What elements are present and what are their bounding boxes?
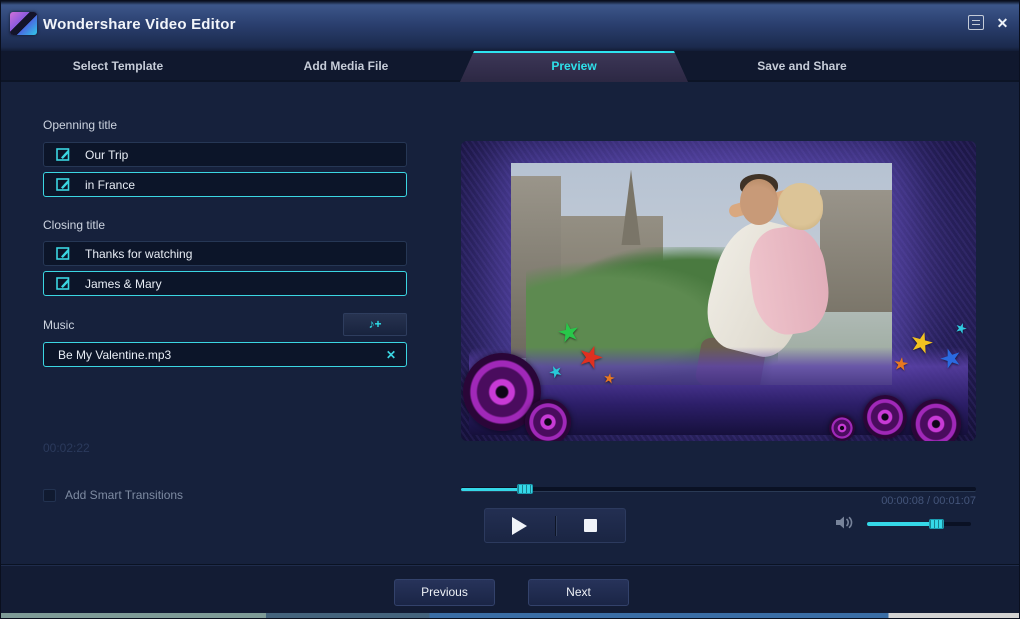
app-logo-slash xyxy=(10,12,37,35)
seek-bar[interactable] xyxy=(461,484,976,494)
smart-transitions-checkbox[interactable] xyxy=(43,488,56,502)
edit-icon xyxy=(56,178,70,191)
opening-title-field-1[interactable]: Our Trip xyxy=(43,142,407,167)
volume-fill xyxy=(867,522,936,526)
edit-icon xyxy=(56,277,70,290)
next-button[interactable]: Next xyxy=(528,579,629,606)
play-button[interactable] xyxy=(485,509,555,542)
speaker-icon xyxy=(911,399,961,441)
field-value: James & Mary xyxy=(85,276,162,291)
feedback-button[interactable] xyxy=(967,14,986,32)
star-icon: ★ xyxy=(952,318,970,338)
tab-select-template[interactable]: Select Template xyxy=(4,51,232,82)
clear-music-icon[interactable]: ✕ xyxy=(386,348,396,362)
closing-title-field-2[interactable]: James & Mary xyxy=(43,271,407,296)
tab-save-and-share[interactable]: Save and Share xyxy=(688,51,916,82)
volume-icon[interactable] xyxy=(835,515,855,530)
field-value: Thanks for watching xyxy=(85,246,193,261)
opening-title-label: Openning title xyxy=(43,118,118,132)
smart-transitions-option[interactable]: Add Smart Transitions xyxy=(43,488,183,502)
star-icon: ★ xyxy=(554,314,584,350)
volume-slider[interactable] xyxy=(867,519,971,529)
woman-hair xyxy=(777,182,824,230)
tab-preview[interactable]: Preview xyxy=(460,51,688,82)
template-duration: 00:02:22 xyxy=(43,441,90,455)
star-icon: ★ xyxy=(601,369,617,387)
add-music-button[interactable]: ♪+ xyxy=(343,313,407,336)
video-preview: ★ ★ ★ ★ ★ ★ ★ ★ xyxy=(461,141,976,441)
window-title: Wondershare Video Editor xyxy=(43,16,236,33)
main-content: Openning title Our Trip in France Closin… xyxy=(1,84,1019,564)
cathedral-tower-right xyxy=(819,189,892,312)
music-file-name: Be My Valentine.mp3 xyxy=(58,347,172,362)
cathedral-spire xyxy=(621,169,641,246)
close-button[interactable]: ✕ xyxy=(993,14,1012,32)
smart-transitions-label: Add Smart Transitions xyxy=(65,488,184,502)
volume-handle[interactable] xyxy=(928,519,944,529)
stop-button[interactable] xyxy=(556,509,626,542)
field-value: in France xyxy=(85,177,136,192)
play-icon xyxy=(512,516,528,535)
opening-title-field-2[interactable]: in France xyxy=(43,172,407,197)
app-window: Wondershare Video Editor ✕ Select Templa… xyxy=(0,0,1020,619)
closing-title-label: Closing title xyxy=(43,218,106,232)
playback-controls xyxy=(484,508,626,543)
speaker-icon xyxy=(525,399,571,441)
closing-title-field-1[interactable]: Thanks for watching xyxy=(43,241,407,266)
tab-bar: Select Template Add Media File Preview S… xyxy=(1,51,1019,82)
title-bar: Wondershare Video Editor ✕ xyxy=(1,1,1019,51)
star-icon: ★ xyxy=(891,352,911,376)
previous-button[interactable]: Previous xyxy=(394,579,495,606)
field-value: Our Trip xyxy=(85,147,129,162)
progress-handle[interactable] xyxy=(517,484,534,494)
speaker-icon xyxy=(863,395,907,439)
desktop-edge xyxy=(1,613,1019,618)
time-display: 00:00:08 / 00:01:07 xyxy=(881,495,976,507)
music-file-field[interactable]: Be My Valentine.mp3 ✕ xyxy=(43,342,407,367)
music-label: Music xyxy=(43,318,75,332)
edit-icon xyxy=(56,148,70,161)
tab-add-media-file[interactable]: Add Media File xyxy=(232,51,460,82)
stop-icon xyxy=(583,519,597,532)
speaker-icon xyxy=(829,415,855,441)
progress-fill xyxy=(461,488,526,491)
edit-icon xyxy=(56,247,70,260)
feedback-icon xyxy=(968,15,984,30)
footer-bar: Previous Next xyxy=(1,564,1019,613)
man-head xyxy=(739,178,778,226)
music-add-icon: ♪+ xyxy=(368,317,382,331)
app-logo-icon xyxy=(10,12,37,35)
